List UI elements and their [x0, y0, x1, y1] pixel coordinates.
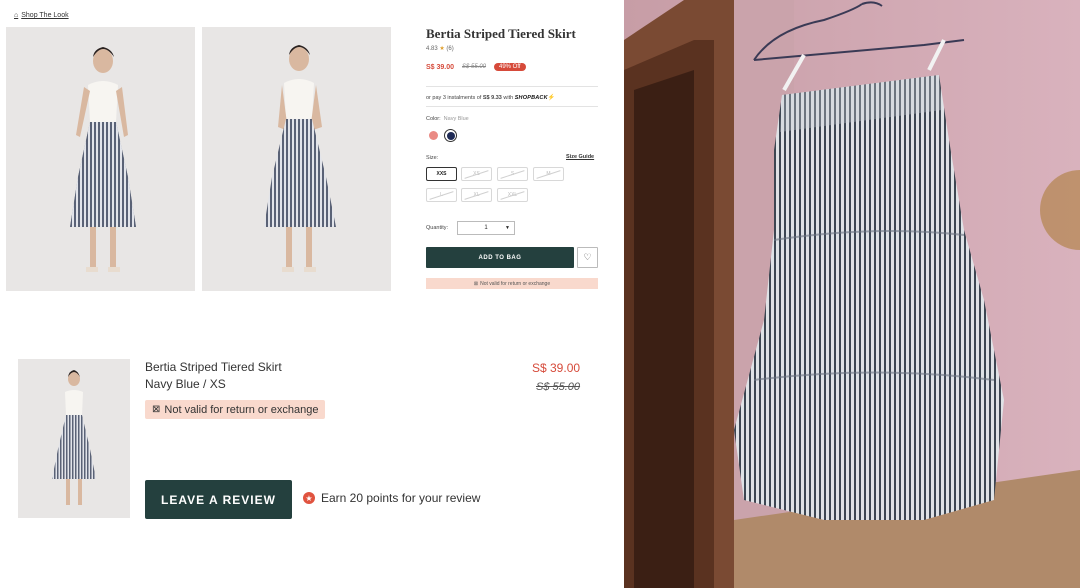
return-notice-text: Not valid for return or exchange: [164, 403, 319, 416]
star-icon: ★: [439, 46, 445, 52]
size-option-xxs[interactable]: XXS: [426, 167, 457, 181]
color-label-row: Color: Navy Blue: [426, 116, 469, 122]
product-price: S$ 39.00: [426, 64, 455, 71]
installments-prefix: or pay 3 instalments of: [426, 95, 482, 101]
divider: [426, 86, 598, 87]
earn-points-info: ★ Earn 20 points for your review: [303, 491, 480, 505]
size-option-xxl[interactable]: XXL: [497, 188, 528, 202]
product-rating[interactable]: 4.83 ★ (6): [426, 45, 454, 52]
size-option-xs[interactable]: XS: [461, 167, 492, 181]
order-item-thumbnail: [18, 359, 130, 518]
product-photo-side[interactable]: [202, 27, 391, 291]
shop-the-look-link[interactable]: ⌂ Shop The Look: [14, 12, 69, 19]
hanger-icon: ⌂: [14, 12, 19, 19]
order-item-variant: Navy Blue / XS: [145, 377, 226, 391]
order-item-name[interactable]: Bertia Striped Tiered Skirt: [145, 360, 282, 374]
return-box-icon: ⊠: [473, 280, 479, 287]
chevron-down-icon: ▼: [505, 225, 510, 231]
size-label: Size:: [426, 155, 439, 161]
earn-points-text: Earn 20 points for your review: [321, 491, 481, 505]
wishlist-button[interactable]: ♡: [577, 247, 598, 268]
rating-value: 4.83: [426, 46, 438, 52]
review-count: (6): [446, 46, 454, 52]
quantity-value: 1: [484, 225, 488, 231]
color-value: Navy Blue: [443, 116, 469, 122]
discount-badge: 49% Off: [494, 63, 526, 71]
points-star-icon: ★: [303, 492, 315, 504]
order-item-old-price: S$ 55.00: [536, 381, 581, 393]
installments-amount: S$ 9.33: [482, 95, 502, 101]
shopback-mark-icon: ⚡: [547, 95, 556, 101]
shopback-logo: SHOPBACK: [514, 95, 548, 101]
product-title: Bertia Striped Tiered Skirt: [426, 26, 576, 41]
size-option-s[interactable]: S: [497, 167, 528, 181]
order-item-price: S$ 39.00: [532, 361, 581, 375]
leave-review-button[interactable]: LEAVE A REVIEW: [145, 480, 292, 519]
heart-icon: ♡: [583, 252, 592, 262]
return-notice-small: ⊠ Not valid for return or exchange: [426, 278, 598, 289]
color-swatch-pink[interactable]: [429, 131, 438, 140]
return-notice-text: Not valid for return or exchange: [480, 280, 551, 287]
size-option-xl[interactable]: XL: [461, 188, 492, 202]
size-option-m[interactable]: M: [533, 167, 564, 181]
add-to-bag-button[interactable]: ADD TO BAG: [426, 247, 574, 268]
return-box-icon: ⊠: [152, 404, 161, 415]
customer-photo: [624, 0, 1080, 588]
return-notice: ⊠ Not valid for return or exchange: [145, 400, 326, 419]
size-guide-link[interactable]: Size Guide: [566, 154, 594, 160]
color-label: Color:: [426, 116, 441, 122]
shop-the-look-label: Shop The Look: [21, 12, 69, 19]
size-option-l[interactable]: L: [426, 188, 457, 202]
product-old-price: S$ 55.00: [462, 64, 487, 70]
color-swatch-navy[interactable]: [444, 129, 457, 142]
quantity-label: Quantity:: [426, 225, 449, 231]
installments-info: or pay 3 instalments of S$ 9.33 with SHO…: [426, 94, 555, 101]
divider: [426, 106, 598, 107]
product-photo-front[interactable]: [6, 27, 195, 291]
installments-with: with: [503, 95, 514, 101]
quantity-select[interactable]: 1 ▼: [457, 221, 515, 235]
